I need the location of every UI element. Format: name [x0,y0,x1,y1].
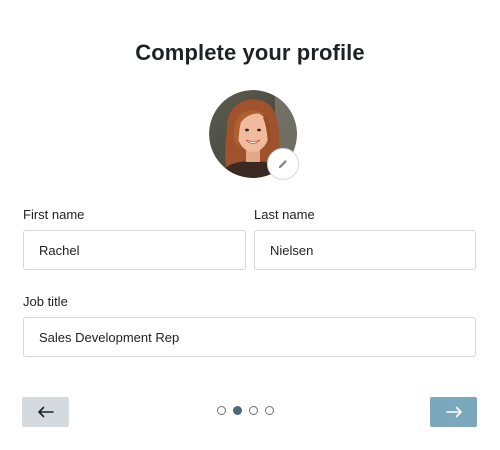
last-name-label: Last name [254,207,315,222]
step-dot-4[interactable] [265,406,274,415]
page-title: Complete your profile [135,40,365,65]
back-button[interactable] [22,397,69,427]
last-name-input[interactable] [254,230,476,270]
avatar-container [209,90,299,180]
profile-setup-page: Complete your profile First name Rachel … [0,0,500,450]
edit-avatar-button[interactable] [267,148,299,180]
first-name-input[interactable] [23,230,246,270]
arrow-right-icon [445,406,462,418]
next-button[interactable] [430,397,477,427]
job-title-label: Job title [23,294,68,309]
first-name-label: First name [23,207,85,222]
step-indicator [217,406,274,417]
arrow-left-icon [37,406,54,418]
step-dot-2-active[interactable] [233,406,242,415]
step-dot-1[interactable] [217,406,226,415]
pencil-icon [279,160,287,168]
step-dot-3[interactable] [249,406,258,415]
job-title-input[interactable] [23,317,476,357]
